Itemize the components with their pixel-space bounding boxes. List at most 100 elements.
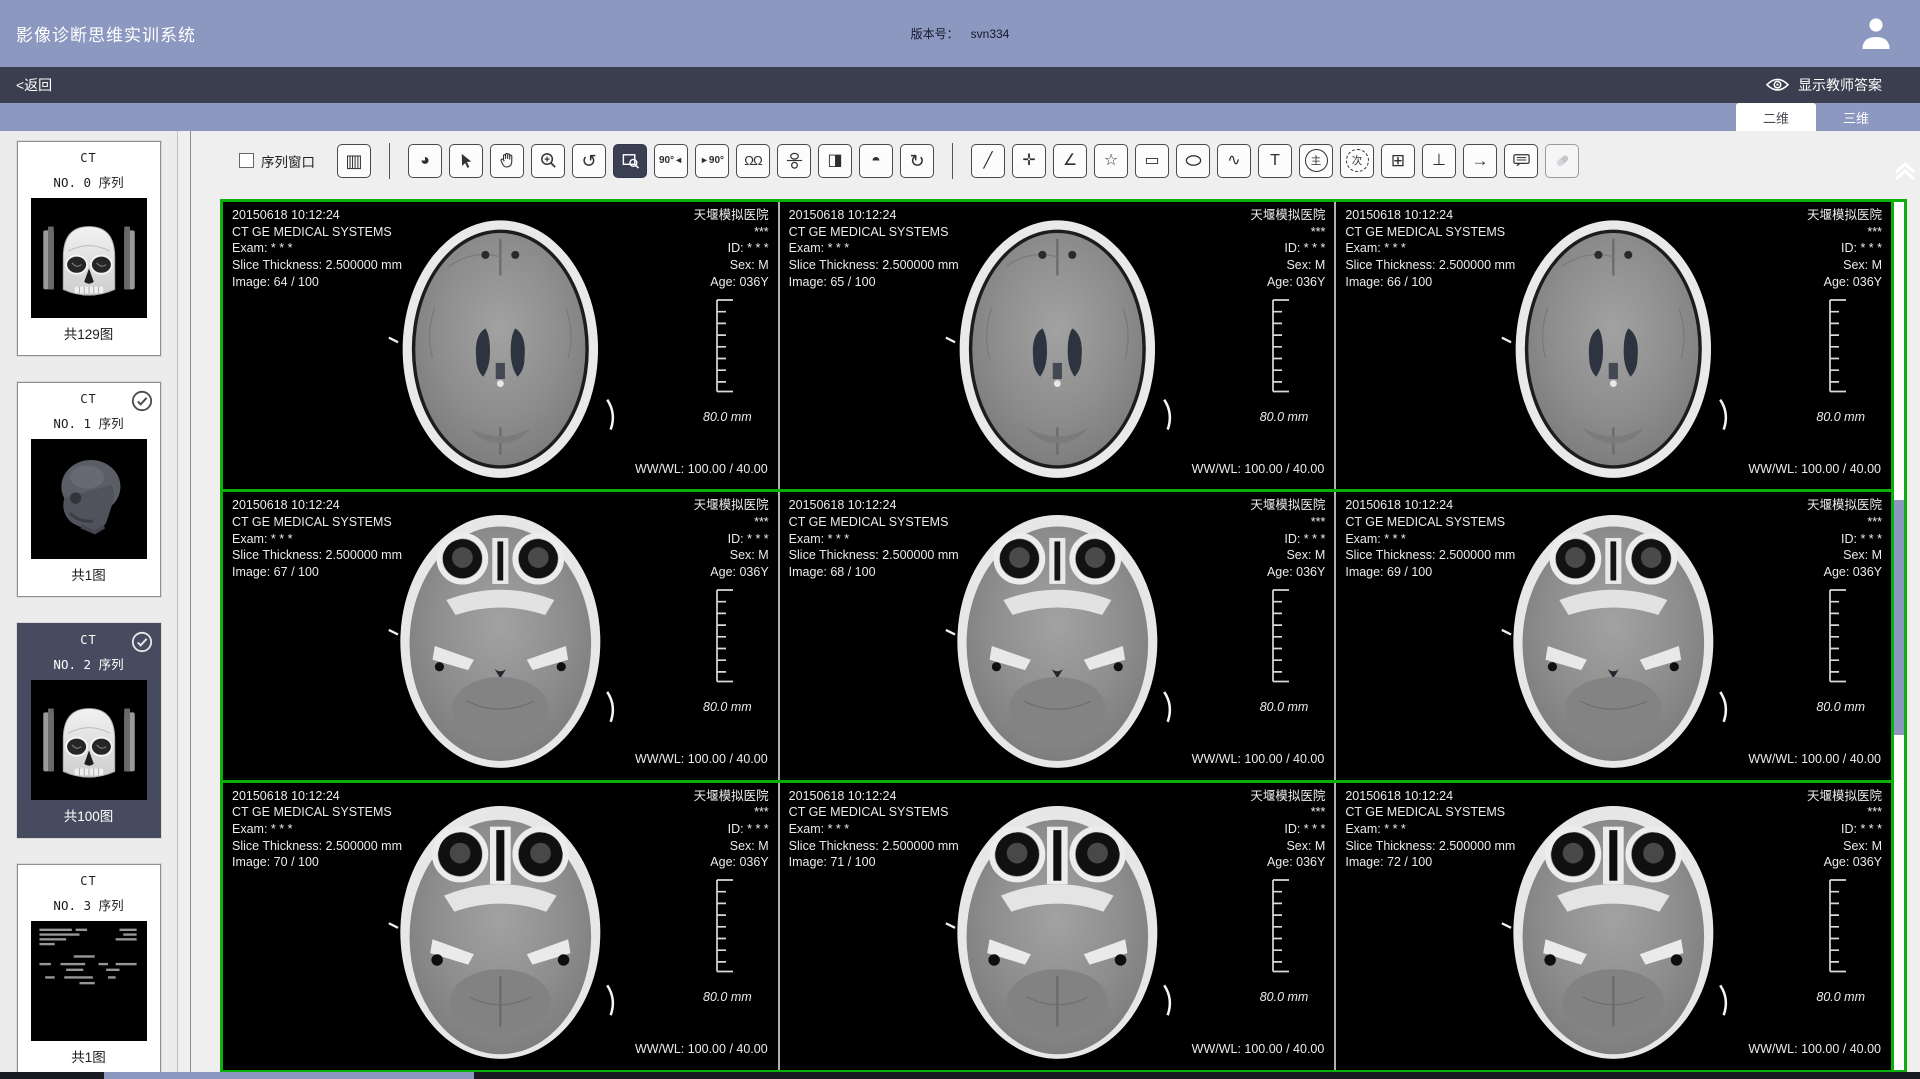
tab-3d[interactable]: 三维 (1816, 103, 1896, 131)
cell-slice-thickness: Slice Thickness: 2.500000 mm (1345, 838, 1515, 855)
tab-2d[interactable]: 二维 (1736, 103, 1816, 131)
series-card-0[interactable]: CT NO. 0 序列 共129图 (17, 141, 161, 356)
dicom-info-left: 20150618 10:12:24 CT GE MEDICAL SYSTEMS … (1345, 207, 1515, 290)
scout-thumbnail-image (31, 921, 147, 1041)
viewer-cell-5[interactable]: 20150618 10:12:24 CT GE MEDICAL SYSTEMS … (778, 492, 1335, 779)
viewer-scrollbar-thumb[interactable] (1894, 500, 1904, 735)
series-layout-button[interactable]: ▥ (337, 144, 371, 178)
toolbar-divider (952, 143, 953, 179)
viewer-cell-3[interactable]: 20150618 10:12:24 CT GE MEDICAL SYSTEMS … (1334, 202, 1891, 489)
cell-image-index: Image: 68 / 100 (789, 564, 959, 581)
cell-hospital: 天堰模拟医院 (694, 207, 769, 224)
cell-manufacturer: CT GE MEDICAL SYSTEMS (1345, 804, 1515, 821)
user-avatar-icon[interactable] (1858, 13, 1894, 53)
cell-sex: Sex: M (1807, 547, 1882, 564)
cell-exam: Exam: * * * (1345, 531, 1515, 548)
main-marker-button[interactable]: 主 (1299, 144, 1333, 178)
cell-exam: Exam: * * * (789, 821, 959, 838)
viewer-cell-2[interactable]: 20150618 10:12:24 CT GE MEDICAL SYSTEMS … (778, 202, 1335, 489)
cell-exam: Exam: * * * (789, 531, 959, 548)
invert-icon: ◨ (827, 153, 842, 169)
rotate-cycle-button[interactable]: ↺ (572, 144, 606, 178)
invert-button[interactable]: ◨ (818, 144, 852, 178)
series-window-toggle[interactable]: 序列窗口 (239, 151, 315, 171)
cell-age: Age: 036Y (1807, 274, 1882, 291)
series-checked-icon (131, 390, 153, 412)
secondary-marker-label: 次 (1346, 149, 1369, 172)
cell-hospital: 天堰模拟医院 (694, 788, 769, 805)
scroll-up-chevron-icon[interactable] (1891, 157, 1919, 183)
series-title: NO. 1 序列 (18, 413, 160, 432)
show-teacher-answer-button[interactable]: 显示教师答案 (1766, 75, 1882, 95)
cell-slice-thickness: Slice Thickness: 2.500000 mm (789, 257, 959, 274)
cell-manufacturer: CT GE MEDICAL SYSTEMS (789, 804, 959, 821)
measure-line-button[interactable]: ╱ (971, 144, 1005, 178)
scale-ruler-icon (1270, 587, 1292, 684)
window-level-label: WW/WL: 100.00 / 40.00 (1748, 751, 1881, 768)
perpendicular-button[interactable]: ⊥ (1422, 144, 1456, 178)
ellipse-button[interactable] (1176, 144, 1210, 178)
series-layout-icon: ▥ (345, 152, 362, 170)
cell-image-index: Image: 70 / 100 (232, 854, 402, 871)
scale-ruler-icon (1270, 297, 1292, 394)
dicom-info-left: 20150618 10:12:24 CT GE MEDICAL SYSTEMS … (789, 207, 959, 290)
move-crosshair-button[interactable]: ✛ (1012, 144, 1046, 178)
back-button[interactable]: <返回 (16, 75, 52, 95)
zoom-in-button[interactable] (531, 144, 565, 178)
viewer-cell-8[interactable]: 20150618 10:12:24 CT GE MEDICAL SYSTEMS … (778, 783, 1335, 1070)
flip-vertical-button[interactable] (777, 144, 811, 178)
series-window-checkbox[interactable] (239, 153, 254, 168)
cell-manufacturer: CT GE MEDICAL SYSTEMS (232, 224, 402, 241)
horizontal-scrollbar-thumb[interactable] (104, 1072, 474, 1079)
viewer-cell-4[interactable]: 20150618 10:12:24 CT GE MEDICAL SYSTEMS … (223, 492, 778, 779)
angle-button[interactable]: ∠ (1053, 144, 1087, 178)
cell-masked-name: *** (694, 514, 769, 531)
pan-button[interactable] (490, 144, 524, 178)
roi-grid-button[interactable]: ⊞ (1381, 144, 1415, 178)
horizontal-scrollbar[interactable] (0, 1072, 1920, 1079)
text-annotation-button[interactable]: T (1258, 144, 1292, 178)
cell-datetime: 20150618 10:12:24 (789, 497, 959, 514)
series-card-3[interactable]: CT NO. 3 序列 共1图 (17, 864, 161, 1079)
star-button[interactable]: ☆ (1094, 144, 1128, 178)
cell-age: Age: 036Y (1250, 854, 1325, 871)
viewer-cell-1[interactable]: 20150618 10:12:24 CT GE MEDICAL SYSTEMS … (223, 202, 778, 489)
window-level-label: WW/WL: 100.00 / 40.00 (635, 1041, 768, 1058)
viewer-cell-9[interactable]: 20150618 10:12:24 CT GE MEDICAL SYSTEMS … (1334, 783, 1891, 1070)
pseudo-color-button[interactable]: ◓ (859, 144, 893, 178)
rectangle-button[interactable]: ▭ (1135, 144, 1169, 178)
dicom-info-left: 20150618 10:12:24 CT GE MEDICAL SYSTEMS … (1345, 497, 1515, 580)
series-card-2[interactable]: CT NO. 2 序列 共100图 (17, 623, 161, 838)
series-card-1[interactable]: CT NO. 1 序列 共1图 (17, 382, 161, 597)
rotate-right-90-button[interactable]: ►90° (695, 144, 729, 178)
eye-icon (1766, 77, 1789, 93)
region-zoom-button[interactable] (613, 144, 647, 178)
cell-hospital: 天堰模拟医院 (1250, 207, 1325, 224)
window-level-button[interactable]: ◕ (408, 144, 442, 178)
viewer-cell-7[interactable]: 20150618 10:12:24 CT GE MEDICAL SYSTEMS … (223, 783, 778, 1070)
viewer-scrollbar[interactable] (1891, 202, 1904, 1070)
cell-slice-thickness: Slice Thickness: 2.500000 mm (232, 547, 402, 564)
comment-button[interactable] (1504, 144, 1538, 178)
series-image-count: 共129图 (18, 323, 160, 343)
select-icon (457, 151, 476, 170)
scale-ruler-icon (1270, 877, 1292, 974)
rotate-right-90-icon: ► (700, 156, 709, 165)
cell-datetime: 20150618 10:12:24 (232, 207, 402, 224)
cell-sex: Sex: M (1807, 838, 1882, 855)
cell-datetime: 20150618 10:12:24 (1345, 497, 1515, 514)
flip-horizontal-button[interactable]: ΩΩ (736, 144, 770, 178)
view-mode-tabs: 二维 三维 (0, 103, 1920, 131)
cell-manufacturer: CT GE MEDICAL SYSTEMS (789, 224, 959, 241)
viewer-row-3: 20150618 10:12:24 CT GE MEDICAL SYSTEMS … (223, 780, 1891, 1070)
secondary-marker-button[interactable]: 次 (1340, 144, 1374, 178)
viewer-panel: 序列窗口 ▥ ◕ ↺ 90°◄►90°ΩΩ ◨ ◓↻ ╱✛∠☆ ▭ ∿T主次 ⊞ ⊥ → 201506… (190, 131, 1920, 1079)
perpendicular-icon: ⊥ (1432, 153, 1446, 169)
rectangle-icon: ▭ (1144, 153, 1159, 169)
arrow-button[interactable]: → (1463, 144, 1497, 178)
viewer-cell-6[interactable]: 20150618 10:12:24 CT GE MEDICAL SYSTEMS … (1334, 492, 1891, 779)
rotate-left-90-button[interactable]: 90°◄ (654, 144, 688, 178)
curve-button[interactable]: ∿ (1217, 144, 1251, 178)
select-button[interactable] (449, 144, 483, 178)
refresh-button[interactable]: ↻ (900, 144, 934, 178)
